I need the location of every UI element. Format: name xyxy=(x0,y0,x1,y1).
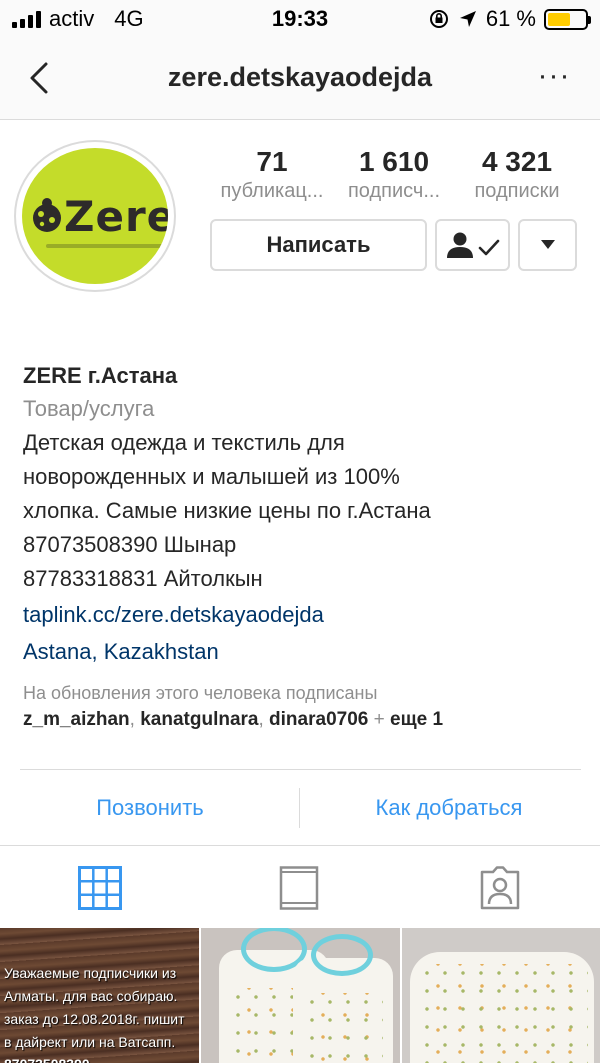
status-bar: activ 4G 19:33 61 % xyxy=(0,0,600,38)
bio-phone: 87783318831 Айтолкын xyxy=(23,566,263,591)
avatar-tagline xyxy=(46,244,166,248)
bio-line: новорожденных и малышей из 100% xyxy=(23,464,400,489)
back-button[interactable] xyxy=(22,56,62,100)
call-button[interactable]: Позвонить xyxy=(20,788,280,828)
battery-level xyxy=(548,12,570,26)
person-check-icon xyxy=(447,232,500,258)
followed-by-names: z_m_aizhan, kanatgulnara, dinara0706 + е… xyxy=(23,706,583,734)
posts-grid: Уважаемые подписчики из Алматы. для вас … xyxy=(0,928,600,1063)
post-text-line: в дайрект или на Ватсапп. xyxy=(4,1034,176,1050)
followed-by-label: На обновления этого человека подписаны xyxy=(23,683,378,703)
bio-line: Детская одежда и текстиль для xyxy=(23,430,345,455)
feed-list-icon xyxy=(279,866,319,910)
avatar-image: Zere xyxy=(22,148,168,284)
stat-followers[interactable]: 1 610 подписч... xyxy=(332,146,456,204)
stat-following-value: 4 321 xyxy=(481,146,553,177)
page-title: zere.detskayaodejda xyxy=(167,62,433,92)
more-followers-link[interactable]: еще 1 xyxy=(390,709,443,730)
stat-following[interactable]: 4 321 подписки xyxy=(455,146,579,204)
stat-posts-label: публикац... xyxy=(220,180,324,202)
following-button[interactable] xyxy=(435,219,510,271)
directions-button[interactable]: Как добраться xyxy=(319,788,579,828)
location-arrow-icon xyxy=(459,11,476,27)
stat-followers-value: 1 610 xyxy=(358,146,430,177)
website-link[interactable]: taplink.cc/zere.detskayaodejda xyxy=(23,596,583,634)
post-image-pattern xyxy=(303,993,383,1063)
message-button[interactable]: Написать xyxy=(210,219,427,271)
post-thumbnail[interactable] xyxy=(402,928,600,1063)
post-text-line: 87073508390 xyxy=(4,1056,90,1063)
follower-separator: , xyxy=(129,709,141,730)
post-image-trim xyxy=(311,934,373,976)
divider xyxy=(299,788,300,828)
grid-icon xyxy=(78,866,122,910)
battery-icon xyxy=(544,8,591,30)
post-thumbnail[interactable]: Уважаемые подписчики из Алматы. для вас … xyxy=(0,928,199,1063)
status-bar-right: 61 % xyxy=(428,6,591,32)
avatar-logo-text: Zere xyxy=(64,192,168,241)
profile-category: Товар/услуга xyxy=(23,396,155,421)
post-thumbnail[interactable] xyxy=(201,928,400,1063)
follower-plus: + xyxy=(368,709,390,730)
follower-link[interactable]: kanatgulnara xyxy=(140,709,258,730)
caret-down-icon[interactable] xyxy=(518,219,577,271)
stat-posts[interactable]: 71 публикац... xyxy=(210,146,334,204)
more-options-button[interactable]: ··· xyxy=(534,61,574,91)
stat-posts-value: 71 xyxy=(256,146,288,177)
divider xyxy=(20,769,581,770)
profile-tabs xyxy=(0,845,600,928)
tagged-user-icon xyxy=(480,866,520,910)
chevron-left-icon xyxy=(30,62,48,94)
bio-phone: 87073508390 Шынар xyxy=(23,532,237,557)
follower-separator: , xyxy=(258,709,270,730)
post-text-line: Алматы. для вас собираю. xyxy=(4,988,178,1004)
location-link[interactable]: Astana, Kazakhstan xyxy=(23,634,583,670)
profile-name: ZERE г.Астана xyxy=(23,363,178,388)
avatar[interactable]: Zere xyxy=(14,140,176,292)
stat-followers-label: подписч... xyxy=(347,180,441,202)
ladybug-logo-icon xyxy=(33,198,61,232)
tab-tagged[interactable] xyxy=(400,846,600,929)
bio: ZERE г.Астана Товар/услуга Детская одежд… xyxy=(23,360,583,734)
nav-bar: zere.detskayaodejda ··· xyxy=(0,38,600,120)
post-image-pattern xyxy=(418,964,588,1063)
post-text-line: Уважаемые подписчики из xyxy=(4,965,177,981)
bio-line: хлопка. Самые низкие цены по г.Астана xyxy=(23,498,431,523)
tab-grid[interactable] xyxy=(0,846,200,929)
follower-link[interactable]: dinara0706 xyxy=(269,709,368,730)
tab-feed[interactable] xyxy=(200,846,400,929)
post-text-line: заказ до 12.08.2018г. пишит xyxy=(4,1011,185,1027)
battery-percent: 61 % xyxy=(485,6,536,31)
orientation-lock-icon xyxy=(429,10,448,28)
stat-following-label: подписки xyxy=(474,180,560,202)
follower-link[interactable]: z_m_aizhan xyxy=(23,709,130,730)
